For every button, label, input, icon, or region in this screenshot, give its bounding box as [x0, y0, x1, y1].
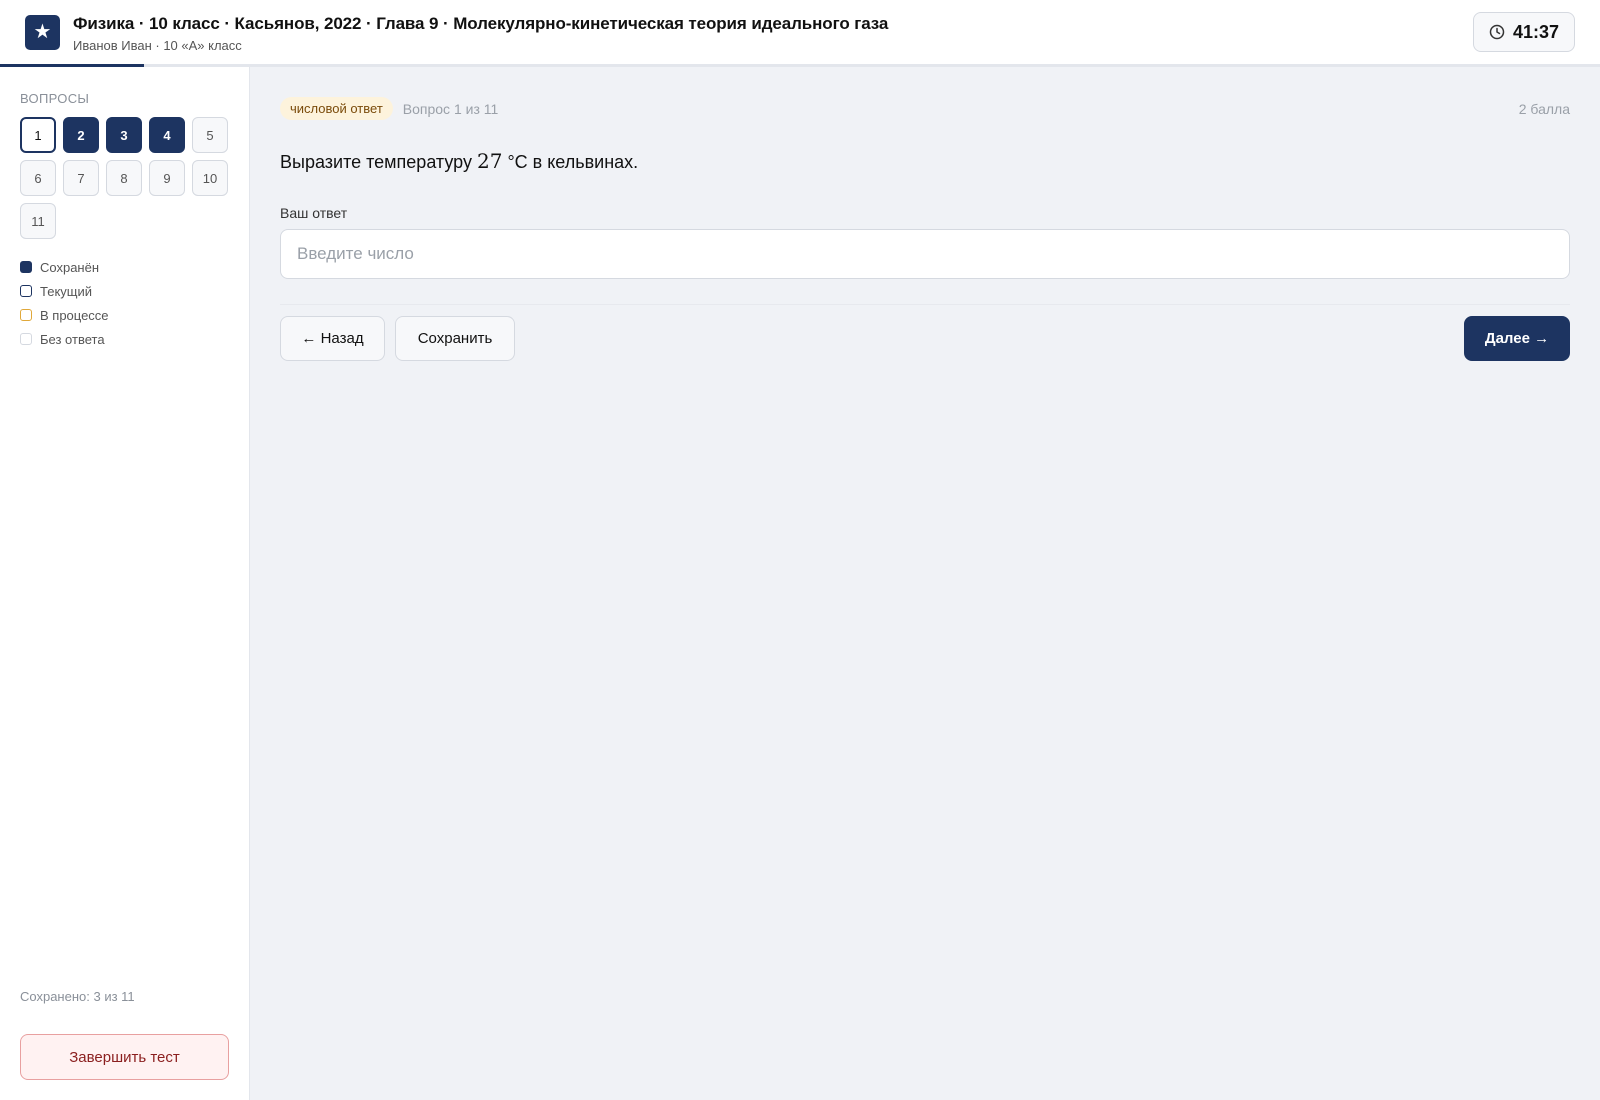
question-nav-button-3[interactable]: 3 — [106, 117, 142, 153]
question-nav-button-9[interactable]: 9 — [149, 160, 185, 196]
saved-count: Сохранено: 3 из 11 — [20, 989, 135, 1004]
question-nav-button-10[interactable]: 10 — [192, 160, 228, 196]
question-points: 2 балла — [1518, 101, 1570, 117]
back-button[interactable]: ← Назад — [280, 316, 385, 361]
question-text-end: в кельвинах. — [527, 152, 639, 172]
star-logo-icon: ★ — [25, 15, 60, 50]
question-nav-grid: 1 2 3 4 5 6 7 8 9 10 11 — [20, 117, 240, 239]
question-nav-button-2[interactable]: 2 — [63, 117, 99, 153]
in-progress-swatch-icon — [20, 309, 32, 321]
question-nav-button-7[interactable]: 7 — [63, 160, 99, 196]
app-header: ★ Физика · 10 класс · Касьянов, 2022 · Г… — [0, 0, 1600, 67]
legend-item-no-answer: Без ответа — [20, 327, 109, 351]
question-nav-button-5[interactable]: 5 — [192, 117, 228, 153]
question-nav-button-4[interactable]: 4 — [149, 117, 185, 153]
question-number: Вопрос 1 из 11 — [402, 100, 499, 117]
answer-type-badge: числовой ответ — [280, 97, 393, 120]
answer-label: Ваш ответ — [280, 205, 348, 221]
legend-label: Сохранён — [40, 259, 100, 275]
question-math-value: 27 — [477, 149, 503, 173]
test-title: Физика · 10 класс · Касьянов, 2022 · Гла… — [73, 14, 889, 33]
question-nav-button-8[interactable]: 8 — [106, 160, 142, 196]
sidebar: ВОПРОСЫ 1 2 3 4 5 6 7 8 9 10 11 Сохранён Текущий В… — [0, 67, 250, 1100]
questions-heading: ВОПРОСЫ — [20, 91, 90, 106]
student-info: Иванов Иван · 10 «А» класс — [73, 38, 242, 53]
timer: 41:37 — [1473, 12, 1575, 52]
saved-swatch-icon — [20, 261, 32, 273]
finish-test-button[interactable]: Завершить тест — [20, 1034, 229, 1080]
clock-icon — [1489, 24, 1505, 40]
no-answer-swatch-icon — [20, 333, 32, 345]
legend-label: В процессе — [40, 307, 109, 323]
legend-label: Текущий — [40, 283, 92, 299]
timer-value: 41:37 — [1512, 21, 1560, 42]
legend-label: Без ответа — [40, 331, 105, 347]
question-nav-button-11[interactable]: 11 — [20, 203, 56, 239]
question-nav-button-1[interactable]: 1 — [20, 117, 56, 153]
question-text: Выразите температуру 27 °C в кельвинах. — [280, 149, 638, 173]
next-button[interactable]: Далее → — [1464, 316, 1570, 361]
legend-item-saved: Сохранён — [20, 255, 109, 279]
question-text-start: Выразите температуру — [280, 152, 477, 172]
legend-item-current: Текущий — [20, 279, 109, 303]
legend-item-in-progress: В процессе — [20, 303, 109, 327]
answer-input[interactable] — [280, 229, 1570, 279]
question-meta: числовой ответ Вопрос 1 из 11 — [280, 97, 498, 120]
question-unit: °C — [502, 152, 528, 172]
current-swatch-icon — [20, 285, 32, 297]
divider — [280, 304, 1570, 305]
status-legend: Сохранён Текущий В процессе Без ответа — [20, 255, 109, 351]
save-button[interactable]: Сохранить — [395, 316, 515, 361]
question-nav-button-6[interactable]: 6 — [20, 160, 56, 196]
